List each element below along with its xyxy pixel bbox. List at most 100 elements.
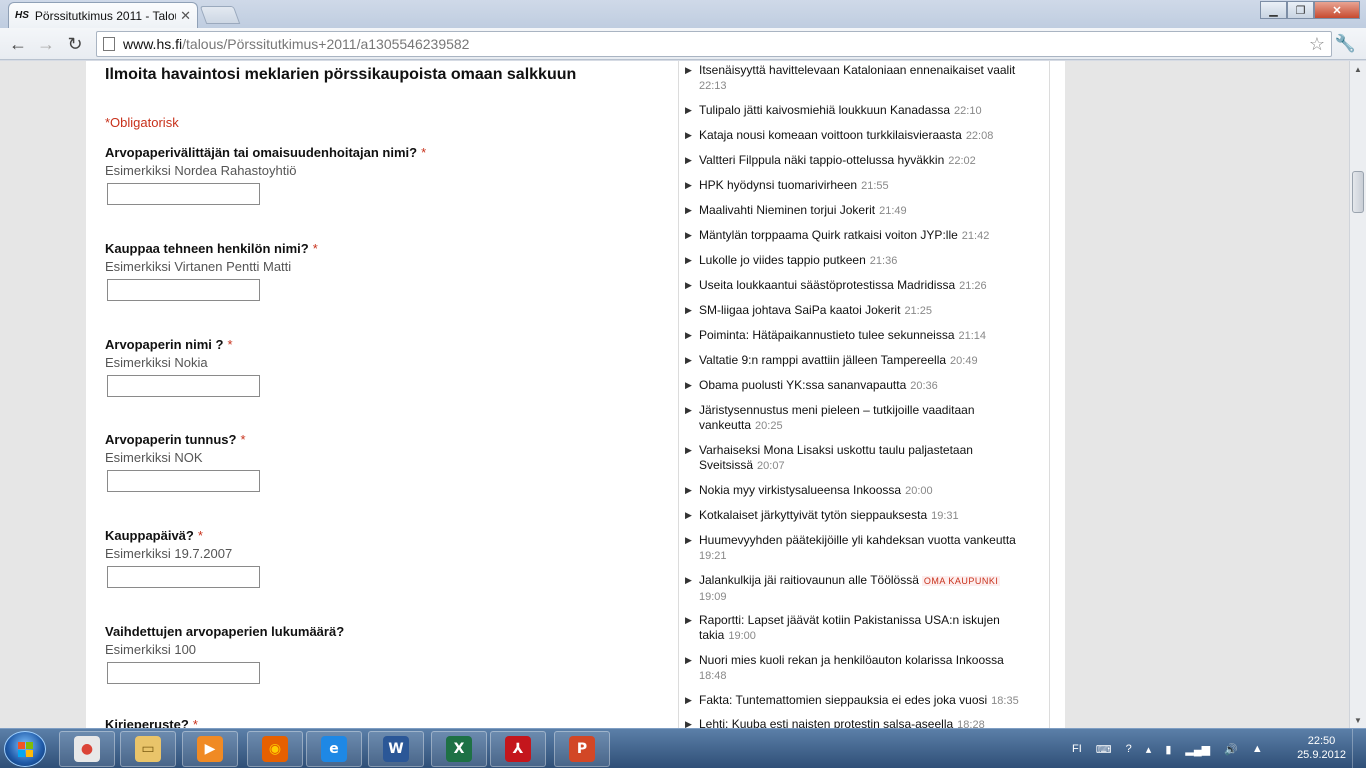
news-headline-link[interactable]: Huumevyyhden pääteki­jöille yli kahdeksa…	[699, 533, 1016, 547]
field-hint: Esimerkiksi NOK	[105, 450, 203, 465]
taskbar-app-button[interactable]: ⅄	[490, 731, 546, 767]
news-headline-link[interactable]: Kotkalaiset järkyttyivät tytön sieppauks…	[699, 508, 927, 522]
news-item[interactable]: ▶ Nokia myy virkistysalueensa Inkoossa 20:…	[685, 483, 1031, 499]
taskbar-app-button[interactable]: e	[306, 731, 362, 767]
news-time: 20:36	[910, 380, 938, 392]
news-headline-link[interactable]: Useita loukkaantui säästöprotestissa Mad…	[699, 278, 955, 292]
news-item[interactable]: ▶ Kotkalaiset järkyttyivät tytön sieppauk…	[685, 508, 1031, 524]
taskbar-app-button[interactable]: ●	[59, 731, 115, 767]
taskbar-app-button[interactable]: X	[431, 731, 487, 767]
new-tab-button[interactable]	[199, 6, 241, 24]
text-input[interactable]	[107, 183, 260, 205]
close-window-button[interactable]: ✕	[1314, 1, 1360, 19]
news-item[interactable]: ▶ Lukolle jo viides tappio putkeen 21:36	[685, 253, 1031, 269]
taskbar-app-button[interactable]: W	[368, 731, 424, 767]
forward-icon[interactable]: →	[34, 32, 58, 56]
news-headline-link[interactable]: Maalivahti Nieminen torjui Jokerit	[699, 203, 875, 217]
show-desktop-button[interactable]	[1352, 729, 1366, 768]
news-item-text: Itsenäisyyttä havittelevaan Kataloniaan …	[685, 63, 1031, 94]
start-button[interactable]	[4, 731, 46, 767]
news-headline-link[interactable]: Nuori mies kuoli rekan ja henkilöauton k…	[699, 653, 1004, 667]
text-input[interactable]	[107, 279, 260, 301]
news-headline-link[interactable]: Kataja nousi komeaan voittoon turkkilais…	[699, 128, 962, 142]
news-headline-link[interactable]: Fakta: Tuntemattomien sieppauksia ei ede…	[699, 693, 987, 707]
news-item[interactable]: ▶ HPK hyödynsi tuomarivirheen 21:55	[685, 178, 1031, 194]
browser-toolbar: ← → ↻ www.hs.fi/talous/Pörssitutkimus+20…	[0, 28, 1366, 60]
minimize-button[interactable]: ▁	[1260, 1, 1287, 19]
taskbar-app-button[interactable]: ▭	[120, 731, 176, 767]
news-item[interactable]: ▶ Tulipalo jätti kaivosmiehiä loukkuun Ka…	[685, 103, 1031, 119]
text-input[interactable]	[107, 375, 260, 397]
news-headline-link[interactable]: Varhaiseksi Mona Lisaksi uskottu taulu p…	[699, 443, 973, 472]
news-headline-link[interactable]: Nokia myy virkistysalueensa Inkoossa	[699, 483, 901, 497]
news-headline-link[interactable]: Itsenäisyyttä havittelevaan Kataloniaan …	[699, 63, 1015, 77]
address-bar[interactable]: www.hs.fi/talous/Pörssitutkimus+2011/a13…	[96, 31, 1332, 57]
news-item[interactable]: ▶ Maalivahti Nieminen torjui Jokerit 21:49	[685, 203, 1031, 219]
text-input[interactable]	[107, 566, 260, 588]
news-item[interactable]: ▶ Nuori mies kuoli rekan ja henkilöauton …	[685, 653, 1031, 684]
back-icon[interactable]: ←	[6, 32, 30, 56]
show-hidden-icons-icon[interactable]: ▴	[1146, 743, 1152, 756]
browser-tab[interactable]: HS Pörssitutkimus 2011 - Talou ✕	[8, 2, 198, 28]
scroll-thumb[interactable]	[1352, 171, 1364, 213]
battery-icon[interactable]: ▮	[1165, 743, 1171, 756]
volume-icon[interactable]: 🔊	[1224, 743, 1238, 756]
explorer-folder-icon: ▭	[135, 736, 161, 762]
text-input[interactable]	[107, 662, 260, 684]
media-player-icon: ▶	[197, 736, 223, 762]
news-item[interactable]: ▶ Järistysennustus meni pieleen – tutkijo…	[685, 403, 1031, 434]
news-headline-link[interactable]: Poiminta: Hätäpaikannustieto tulee sekun…	[699, 328, 955, 342]
news-item[interactable]: ▶ Obama puolusti YK:ssa sananvapautta 20:3…	[685, 378, 1031, 394]
news-headline-link[interactable]: Järistysennustus meni pieleen – tutkijoi…	[699, 403, 975, 432]
news-headline-link[interactable]: Lukolle jo viides tappio putkeen	[699, 253, 866, 267]
reload-icon[interactable]: ↻	[63, 32, 87, 56]
scroll-up-icon[interactable]: ▲	[1350, 61, 1366, 77]
news-item[interactable]: ▶ Itsenäisyyttä havittelevaan Kataloniaan…	[685, 63, 1031, 94]
news-item[interactable]: ▶ Poiminta: Hätäpaikannustieto tulee seku…	[685, 328, 1031, 344]
news-time: 21:25	[904, 305, 932, 317]
news-item[interactable]: ▶ Fakta: Tuntemattomien sieppauksia ei ed…	[685, 693, 1031, 709]
news-item[interactable]: ▶ Raportti: Lapset jäävät kotiin Pakistan…	[685, 613, 1031, 644]
section-tag[interactable]: OMA KAUPUNKI	[921, 576, 1001, 586]
drive-icon[interactable]: ▲	[1252, 743, 1263, 755]
keyboard-icon[interactable]: ⌨	[1096, 743, 1112, 756]
news-item[interactable]: ▶ Useita loukkaantui säästöprotestissa Ma…	[685, 278, 1031, 294]
taskbar-app-button[interactable]: P	[554, 731, 610, 767]
help-icon[interactable]: ?	[1126, 743, 1132, 755]
taskbar-app-button[interactable]: ◉	[247, 731, 303, 767]
news-headline-link[interactable]: SM-liigaa johtava SaiPa kaatoi Jokerit	[699, 303, 900, 317]
news-headline-link[interactable]: Tulipalo jätti kaivosmiehiä loukkuun Kan…	[699, 103, 950, 117]
news-item-text: Maalivahti Nieminen torjui Jokerit 21:49	[685, 203, 1031, 219]
wrench-menu-icon[interactable]: 🔧	[1335, 34, 1356, 54]
news-headline-link[interactable]: Mäntylän torppaama Quirk ratkaisi voiton…	[699, 228, 958, 242]
news-headline-link[interactable]: Valtteri Filppula näki tappio-ottelussa …	[699, 153, 944, 167]
text-input[interactable]	[107, 470, 260, 492]
bullet-icon: ▶	[685, 445, 692, 455]
language-indicator[interactable]: FI	[1072, 743, 1082, 755]
page-scrollbar[interactable]: ▲ ▼	[1349, 61, 1366, 728]
browser-titlebar: HS Pörssitutkimus 2011 - Talou ✕ ▁ ❐ ✕	[0, 0, 1366, 28]
news-item-text: Järistysennustus meni pieleen – tutkijoi…	[685, 403, 1031, 434]
maximize-button[interactable]: ❐	[1287, 1, 1314, 19]
network-icon[interactable]: ▂▄▆	[1185, 743, 1210, 756]
news-headline-link[interactable]: Jalankulkija jäi raitiovaunun alle Töölö…	[699, 573, 919, 587]
news-headline-link[interactable]: HPK hyödynsi tuomarivirheen	[699, 178, 857, 192]
news-headline-link[interactable]: Lehti: Kuuba esti naisten protestin sals…	[699, 717, 953, 728]
news-item[interactable]: ▶ Lehti: Kuuba esti naisten protestin sal…	[685, 717, 1031, 728]
news-headline-link[interactable]: Obama puolusti YK:ssa sananvapautta	[699, 378, 906, 392]
news-headline-link[interactable]: Valtatie 9:n ramppi avattiin jälleen Tam…	[699, 353, 946, 367]
bookmark-star-icon[interactable]: ☆	[1309, 34, 1325, 55]
news-item[interactable]: ▶ Kataja nousi komeaan voittoon turkkilai…	[685, 128, 1031, 144]
news-item[interactable]: ▶ Valtteri Filppula näki tappio-ottelussa…	[685, 153, 1031, 169]
scroll-down-icon[interactable]: ▼	[1350, 712, 1366, 728]
news-item[interactable]: ▶ Mäntylän torppaama Quirk ratkaisi voito…	[685, 228, 1031, 244]
news-item[interactable]: ▶ Varhaiseksi Mona Lisaksi uskottu taulu …	[685, 443, 1031, 474]
taskbar-app-button[interactable]: ▶	[182, 731, 238, 767]
clock[interactable]: 22:50 25.9.2012	[1297, 734, 1346, 762]
news-item[interactable]: ▶ SM-liigaa johtava SaiPa kaatoi Jokerit 2…	[685, 303, 1031, 319]
news-item[interactable]: ▶ Jalankulkija jäi raitiovaunun alle Tööl…	[685, 573, 1031, 605]
tab-close-icon[interactable]: ✕	[180, 8, 191, 24]
news-item[interactable]: ▶ Valtatie 9:n ramppi avattiin jälleen Ta…	[685, 353, 1031, 369]
news-item[interactable]: ▶ Huumevyyhden pääteki­jöille yli kahdeks…	[685, 533, 1031, 564]
required-marker: *	[240, 432, 246, 447]
